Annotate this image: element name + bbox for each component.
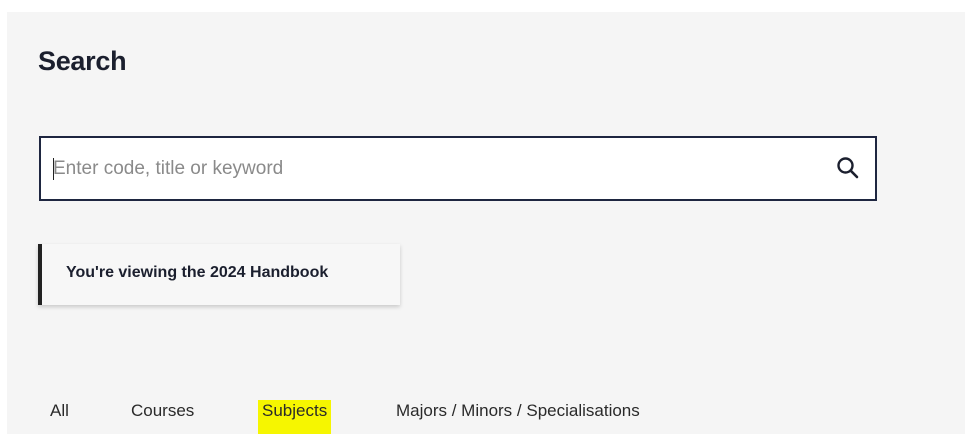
- search-filter-tabs: All Courses Subjects Majors / Minors / S…: [7, 400, 965, 434]
- search-input[interactable]: [53, 138, 813, 199]
- search-box[interactable]: [39, 136, 877, 201]
- tab-all[interactable]: All: [50, 400, 69, 422]
- text-cursor: [53, 158, 54, 180]
- tab-courses[interactable]: Courses: [131, 400, 194, 422]
- search-icon-graphic: [837, 157, 859, 179]
- handbook-notice: You're viewing the 2024 Handbook: [38, 244, 400, 305]
- tab-majors-minors-specialisations[interactable]: Majors / Minors / Specialisations: [396, 400, 640, 422]
- page-title: Search: [38, 46, 127, 76]
- tab-subjects[interactable]: Subjects: [258, 400, 332, 434]
- search-panel: Search You're viewing the 2024 Handbook …: [7, 12, 965, 434]
- handbook-notice-text: You're viewing the 2024 Handbook: [66, 264, 329, 281]
- search-icon[interactable]: [835, 155, 861, 181]
